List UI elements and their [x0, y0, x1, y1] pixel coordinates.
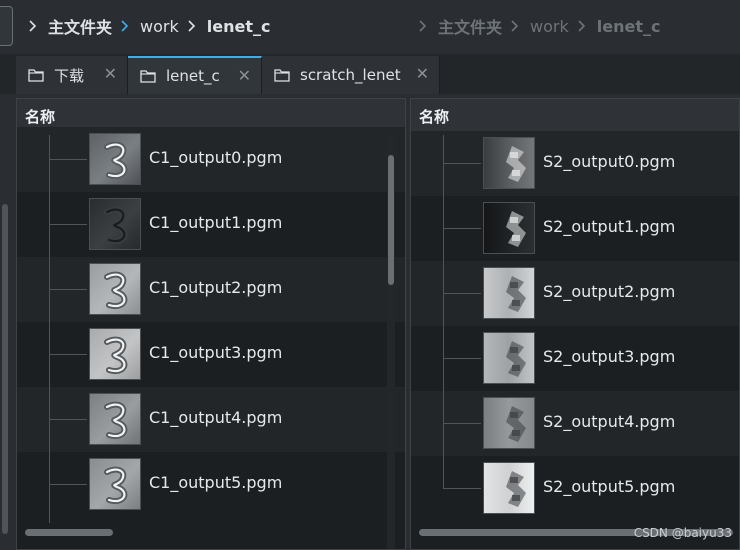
breadcrumb-item-current[interactable]: lenet_c: [207, 17, 271, 36]
tree-connector: [443, 488, 481, 489]
file-thumbnail: [89, 263, 141, 315]
tree-connector: [443, 358, 481, 359]
breadcrumb-item-current[interactable]: lenet_c: [597, 17, 661, 36]
tree-connector: [443, 423, 481, 424]
left-panel-scrollbar[interactable]: [2, 204, 8, 534]
breadcrumb-item-work[interactable]: work: [140, 17, 179, 36]
file-thumbnail: [89, 198, 141, 250]
file-row[interactable]: C1_output0.pgm: [17, 127, 405, 192]
file-name: S2_output1.pgm: [543, 217, 676, 236]
file-row[interactable]: C1_output3.pgm: [17, 322, 405, 387]
file-name: S2_output3.pgm: [543, 347, 676, 366]
breadcrumb-item-home[interactable]: 主文件夹: [438, 14, 502, 38]
file-thumbnail: [89, 393, 141, 445]
tree-connector: [443, 228, 481, 229]
file-row[interactable]: C1_output2.pgm: [17, 257, 405, 322]
file-thumbnail: [483, 202, 535, 254]
right-file-pane: 名称 S2_output0.pgm S2_output1.pgm S2_output…: [410, 98, 740, 550]
file-thumbnail: [483, 397, 535, 449]
tree-connector: [49, 419, 87, 420]
file-name: C1_output4.pgm: [149, 408, 283, 427]
chevron-right-icon: [185, 19, 199, 33]
folder-icon: [28, 69, 44, 82]
breadcrumb-bar: 主文件夹 work lenet_c 主文件夹 work lenet_c: [0, 0, 740, 55]
file-row[interactable]: S2_output3.pgm: [411, 326, 739, 391]
file-row[interactable]: C1_output1.pgm: [17, 192, 405, 257]
file-name: C1_output3.pgm: [149, 343, 283, 362]
file-thumbnail: [89, 328, 141, 380]
vertical-scrollbar[interactable]: [387, 135, 395, 549]
chevron-right-icon: [118, 19, 132, 33]
file-name: C1_output2.pgm: [149, 278, 283, 297]
file-row[interactable]: S2_output4.pgm: [411, 391, 739, 456]
file-row[interactable]: S2_output2.pgm: [411, 261, 739, 326]
folder-icon: [140, 70, 156, 83]
tree-connector: [49, 354, 87, 355]
file-thumbnail: [483, 462, 535, 514]
horizontal-scrollbar[interactable]: [17, 527, 379, 537]
file-name: S2_output2.pgm: [543, 282, 676, 301]
scrollbar-handle[interactable]: [388, 155, 394, 285]
file-thumbnail: [483, 137, 535, 189]
file-row[interactable]: S2_output0.pgm: [411, 131, 739, 196]
file-row[interactable]: S2_output1.pgm: [411, 196, 739, 261]
breadcrumb-left: 主文件夹 work lenet_c: [20, 14, 270, 38]
tab-scratch-lenet[interactable]: scratch_lenet ✕: [262, 56, 440, 94]
left-file-pane: 名称 C1_output0.pgm C1_output1.pgm C1_output…: [16, 98, 406, 550]
tab-lenet-c[interactable]: lenet_c ✕: [128, 56, 262, 94]
file-name: S2_output0.pgm: [543, 152, 676, 171]
tree-connector: [49, 224, 87, 225]
folder-icon: [274, 69, 290, 82]
watermark: CSDN @baiyu33: [633, 526, 732, 540]
tree-line: [49, 135, 50, 523]
file-thumbnail: [89, 133, 141, 185]
file-row[interactable]: C1_output5.pgm: [17, 452, 405, 517]
chevron-right-icon: [416, 19, 430, 33]
breadcrumb-right: 主文件夹 work lenet_c: [410, 14, 660, 38]
chevron-right-icon: [508, 19, 522, 33]
file-name: S2_output5.pgm: [543, 477, 676, 496]
file-name: C1_output1.pgm: [149, 213, 283, 232]
file-name: C1_output0.pgm: [149, 148, 283, 167]
tree-connector: [49, 289, 87, 290]
chevron-right-icon: [575, 19, 589, 33]
panel-toggle-button[interactable]: [0, 6, 13, 46]
file-name: S2_output4.pgm: [543, 412, 676, 431]
tab-downloads[interactable]: 下载 ✕: [16, 56, 128, 94]
breadcrumb-item-home[interactable]: 主文件夹: [48, 14, 112, 38]
tree-connector: [49, 484, 87, 485]
file-thumbnail: [483, 267, 535, 319]
scrollbar-handle[interactable]: [25, 529, 113, 536]
tree-connector: [49, 159, 87, 160]
tree-line: [443, 135, 444, 489]
file-row[interactable]: S2_output5.pgm: [411, 456, 739, 521]
tab-label: scratch_lenet: [300, 66, 401, 84]
tree-connector: [443, 163, 481, 164]
tab-label: 下载: [54, 66, 85, 85]
breadcrumb-item-work[interactable]: work: [530, 17, 569, 36]
tab-bar: 下载 ✕ lenet_c ✕ scratch_lenet ✕: [0, 54, 740, 94]
left-panel-edge: [0, 94, 12, 550]
close-icon[interactable]: ✕: [416, 64, 429, 83]
chevron-right-icon: [26, 19, 40, 33]
tree-connector: [443, 293, 481, 294]
close-icon[interactable]: ✕: [238, 66, 251, 85]
column-header-name[interactable]: 名称: [411, 99, 739, 135]
tab-label: lenet_c: [166, 67, 220, 85]
file-name: C1_output5.pgm: [149, 473, 283, 492]
file-row[interactable]: C1_output4.pgm: [17, 387, 405, 452]
file-thumbnail: [483, 332, 535, 384]
file-thumbnail: [89, 458, 141, 510]
close-icon[interactable]: ✕: [104, 64, 117, 83]
